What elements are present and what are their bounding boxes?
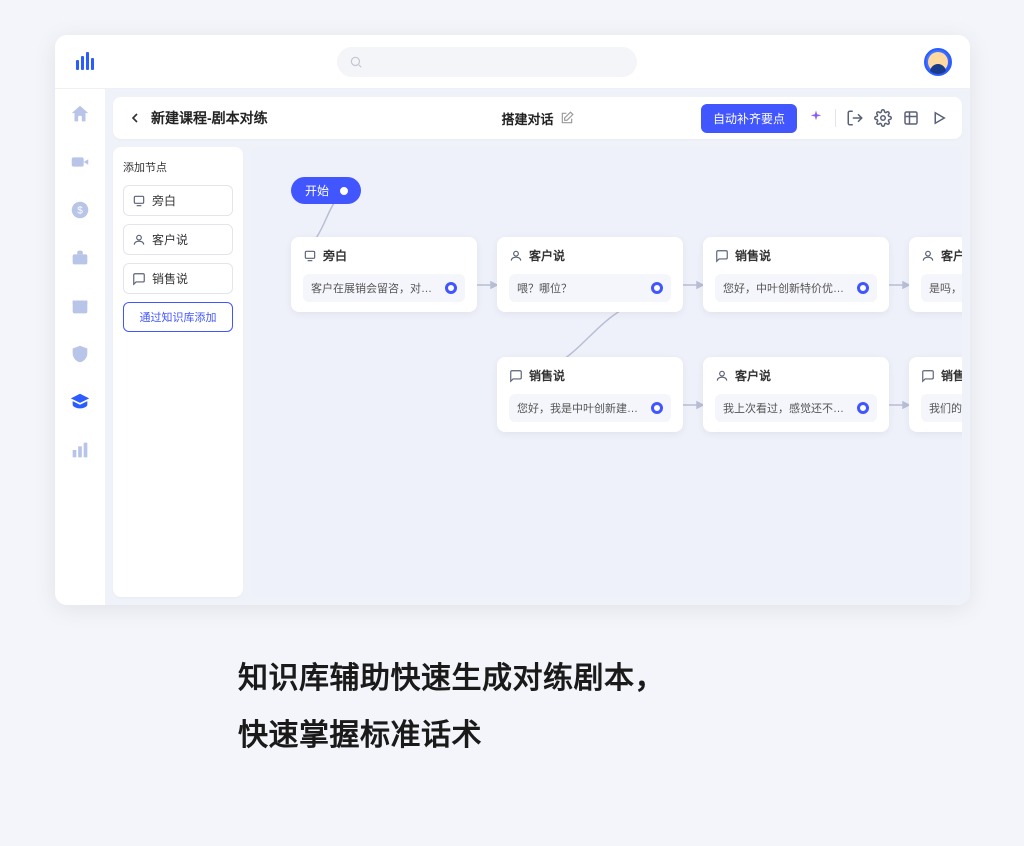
back-icon[interactable] xyxy=(127,110,143,126)
flow-node[interactable]: 客户说是吗，刚好 xyxy=(909,237,962,312)
search-input[interactable] xyxy=(337,47,637,77)
narration-icon xyxy=(303,249,317,263)
sales-icon xyxy=(921,369,935,383)
add-from-kb-button[interactable]: 通过知识库添加 xyxy=(123,302,233,332)
node-content: 我们的建材 xyxy=(921,394,962,422)
flow-node[interactable]: 销售说您好，中叶创新特价优惠... xyxy=(703,237,889,312)
node-type-customer[interactable]: 客户说 xyxy=(123,224,233,255)
port-icon[interactable] xyxy=(651,282,663,294)
flow-node[interactable]: 旁白客户在展销会留咨，对建... xyxy=(291,237,477,312)
export-icon[interactable] xyxy=(846,109,864,127)
start-node[interactable]: 开始 xyxy=(291,177,361,204)
customer-icon xyxy=(132,233,146,247)
port-icon[interactable] xyxy=(857,402,869,414)
sales-icon xyxy=(132,272,146,286)
sidebar: $ xyxy=(55,89,105,605)
customer-icon xyxy=(715,369,729,383)
sidebar-item-calendar[interactable] xyxy=(69,295,91,317)
sidebar-item-education[interactable] xyxy=(69,391,91,413)
gear-icon[interactable] xyxy=(874,109,892,127)
port-icon[interactable] xyxy=(857,282,869,294)
marketing-caption: 知识库辅助快速生成对练剧本， 快速掌握标准话术 xyxy=(238,650,798,764)
node-header: 客户说 xyxy=(921,247,962,264)
panel-title: 添加节点 xyxy=(123,159,233,175)
sidebar-item-shield[interactable] xyxy=(69,343,91,365)
topbar xyxy=(55,35,970,89)
search-icon xyxy=(349,55,363,69)
node-header: 客户说 xyxy=(509,247,671,264)
node-header: 销售说 xyxy=(715,247,877,264)
port-icon xyxy=(337,184,351,198)
node-panel: 添加节点 旁白 客户说 销售说 通过知识库添加 xyxy=(113,147,243,597)
breadcrumb: 新建课程-剧本对练 xyxy=(151,108,268,128)
app-logo xyxy=(73,50,97,74)
node-content: 客户在展销会留咨，对建... xyxy=(303,274,465,302)
svg-text:$: $ xyxy=(77,206,83,217)
flow-node[interactable]: 客户说我上次看过，感觉还不错... xyxy=(703,357,889,432)
sidebar-item-home[interactable] xyxy=(69,103,91,125)
sidebar-item-coin[interactable]: $ xyxy=(69,199,91,221)
sparkle-icon[interactable] xyxy=(807,109,825,127)
node-header: 销售说 xyxy=(921,367,962,384)
play-icon[interactable] xyxy=(930,109,948,127)
node-header: 客户说 xyxy=(715,367,877,384)
edit-icon[interactable] xyxy=(560,111,574,125)
grid-icon[interactable] xyxy=(902,109,920,127)
page-title: 搭建对话 xyxy=(501,109,573,128)
avatar[interactable] xyxy=(924,48,952,76)
flow-node[interactable]: 销售说我们的建材 xyxy=(909,357,962,432)
node-content: 喂？哪位？ xyxy=(509,274,671,302)
node-content: 是吗，刚好 xyxy=(921,274,962,302)
toolbar: 新建课程-剧本对练 搭建对话 自动补齐要点 xyxy=(113,97,962,139)
auto-fill-button[interactable]: 自动补齐要点 xyxy=(701,104,797,133)
flow-node[interactable]: 销售说您好，我是中叶创新建材... xyxy=(497,357,683,432)
node-type-sales[interactable]: 销售说 xyxy=(123,263,233,294)
flow-canvas[interactable]: 开始 旁白客户在展销会留咨，对建...客户说喂？哪位？销售说您好，中叶创新特价优… xyxy=(251,147,962,597)
node-content: 您好，中叶创新特价优惠... xyxy=(715,274,877,302)
sidebar-item-video[interactable] xyxy=(69,151,91,173)
node-type-narration[interactable]: 旁白 xyxy=(123,185,233,216)
customer-icon xyxy=(509,249,523,263)
flow-node[interactable]: 客户说喂？哪位？ xyxy=(497,237,683,312)
node-header: 旁白 xyxy=(303,247,465,264)
sidebar-item-stats[interactable] xyxy=(69,439,91,461)
node-content: 我上次看过，感觉还不错... xyxy=(715,394,877,422)
customer-icon xyxy=(921,249,935,263)
port-icon[interactable] xyxy=(445,282,457,294)
narration-icon xyxy=(132,194,146,208)
node-content: 您好，我是中叶创新建材... xyxy=(509,394,671,422)
sales-icon xyxy=(509,369,523,383)
sidebar-item-briefcase[interactable] xyxy=(69,247,91,269)
node-header: 销售说 xyxy=(509,367,671,384)
sales-icon xyxy=(715,249,729,263)
port-icon[interactable] xyxy=(651,402,663,414)
